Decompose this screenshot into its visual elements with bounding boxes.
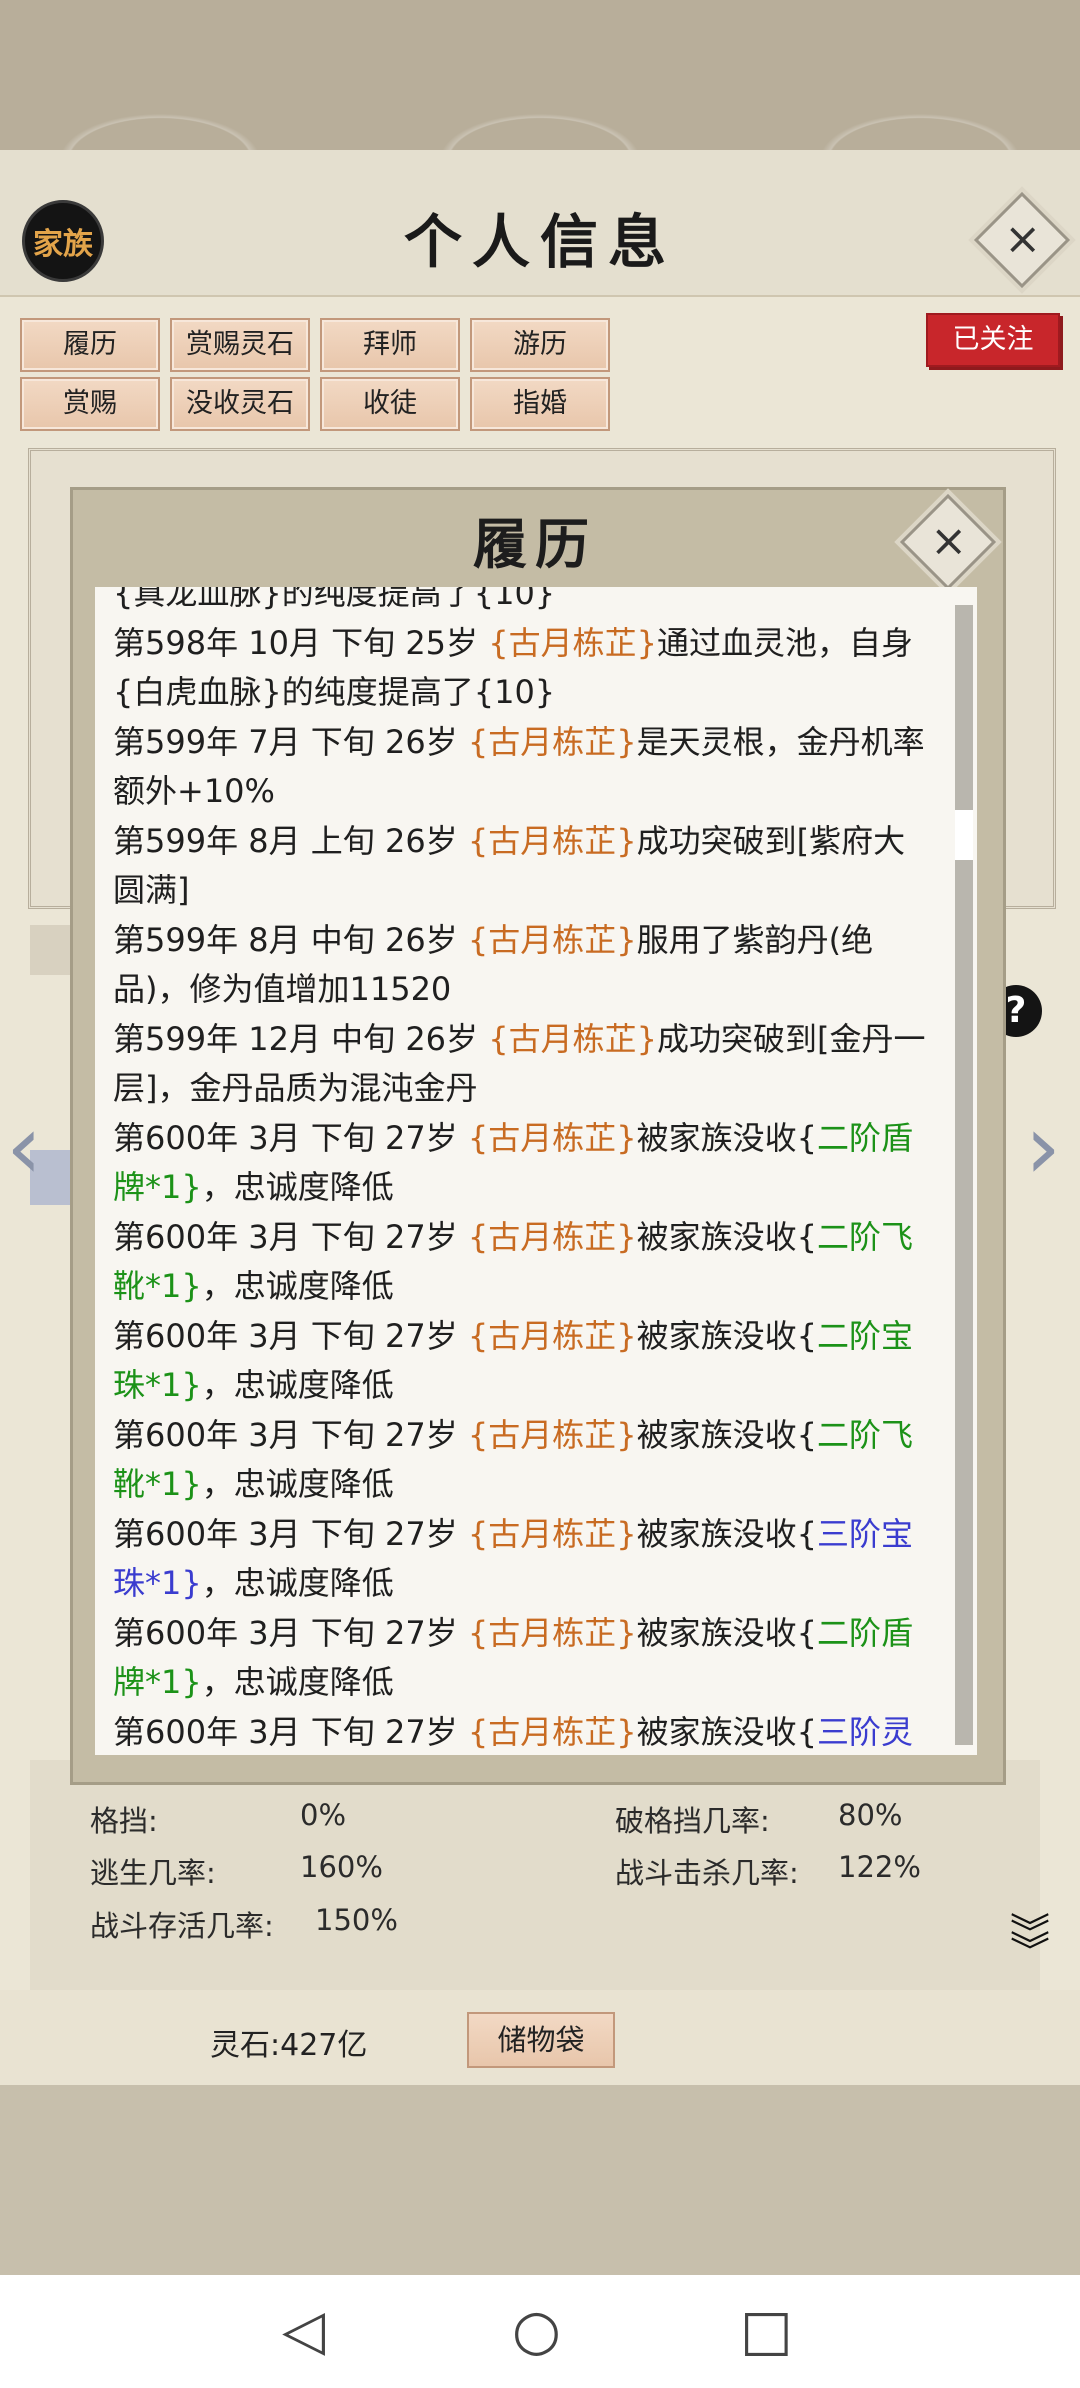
scrollbar[interactable]	[955, 605, 973, 1745]
history-entry-text: 第598年 10月 下旬 25岁	[113, 623, 489, 662]
history-entry: 第600年 3月 下旬 27岁 {古月栋芷}被家族没收{三阶灵	[113, 1708, 933, 1756]
history-entry-text: 被家族没收{	[636, 1316, 817, 1355]
next-arrow-icon[interactable]: ›	[1025, 1095, 1061, 1200]
history-entry-text: {古月栋芷}	[467, 722, 637, 761]
prev-arrow-icon[interactable]: ‹	[6, 1095, 42, 1200]
tab-history[interactable]: 履历	[20, 318, 160, 372]
history-entry-text: 第599年 8月 上旬 26岁	[113, 821, 468, 860]
history-entry-text: 被家族没收{	[636, 1118, 817, 1157]
tab-arrange-marriage[interactable]: 指婚	[470, 377, 610, 431]
history-entry-text: 第600年 3月 下旬 27岁	[113, 1514, 468, 1553]
history-entry-text: {古月栋芷}	[467, 1514, 637, 1553]
history-entry-text: {古月栋芷}	[467, 1712, 637, 1751]
history-entry-text: ，忠诚度降低	[201, 1168, 394, 1206]
history-entry: 第598年 10月 下旬 25岁 {古月栋芷}通过血灵池，自身{白虎血脉}的纯度…	[113, 619, 933, 718]
nav-home-icon[interactable]: ○	[512, 2298, 561, 2363]
history-entry-text: {古月栋芷}	[467, 1316, 637, 1355]
history-entry-text: 第600年 3月 下旬 27岁	[113, 1415, 468, 1454]
history-entry: 第600年 3月 下旬 27岁 {古月栋芷}被家族没收{二阶盾牌*1}，忠诚度降…	[113, 1609, 933, 1708]
kill-value: 122%	[838, 1850, 921, 1884]
modal-title: 履历	[473, 512, 597, 576]
kill-label: 战斗击杀几率:	[615, 1856, 799, 1890]
tab-confiscate-stones[interactable]: 没收灵石	[170, 377, 310, 431]
history-entry-text: ，忠诚度降低	[201, 1663, 394, 1701]
history-entry-text: 被家族没收{	[636, 1217, 817, 1256]
history-entry-text: {古月栋芷}	[467, 821, 637, 860]
followed-badge[interactable]: 已关注	[926, 313, 1060, 367]
escape-value: 160%	[300, 1850, 383, 1884]
history-entry-text: 被家族没收{	[636, 1712, 817, 1751]
break-block-value: 80%	[838, 1798, 903, 1832]
expand-down-icon[interactable]: ︾ ︾	[1010, 1914, 1050, 1972]
tab-take-disciple[interactable]: 收徒	[320, 377, 460, 431]
history-entry: 第600年 3月 下旬 27岁 {古月栋芷}被家族没收{三阶宝珠*1}，忠诚度降…	[113, 1510, 933, 1609]
lower-band	[0, 2085, 1080, 2275]
history-entry-text: 第599年 12月 中旬 26岁	[113, 1019, 489, 1058]
history-entry-text: {真龙血脉}的纯度提高了{10}	[113, 587, 556, 612]
history-entry-text: 第600年 3月 下旬 27岁	[113, 1217, 468, 1256]
history-entry: 第599年 12月 中旬 26岁 {古月栋芷}成功突破到[金丹一层]，金丹品质为…	[113, 1015, 933, 1114]
history-entry-text: 被家族没收{	[636, 1613, 817, 1652]
history-entry: 第599年 8月 上旬 26岁 {古月栋芷}成功突破到[紫府大圆满]	[113, 817, 933, 916]
tab-reward[interactable]: 赏赐	[20, 377, 160, 431]
survive-label: 战斗存活几率:	[90, 1909, 274, 1943]
history-entry: 第599年 7月 下旬 26岁 {古月栋芷}是天灵根，金丹机率额外+10%	[113, 718, 933, 817]
history-entry-text: 第599年 7月 下旬 26岁	[113, 722, 468, 761]
escape-label: 逃生几率:	[90, 1856, 216, 1890]
history-entry-text: 第600年 3月 下旬 27岁	[113, 1316, 468, 1355]
history-entry: 第600年 3月 下旬 27岁 {古月栋芷}被家族没收{二阶盾牌*1}，忠诚度降…	[113, 1114, 933, 1213]
history-entry: 第600年 3月 下旬 27岁 {古月栋芷}被家族没收{二阶飞靴*1}，忠诚度降…	[113, 1213, 933, 1312]
nav-back-icon[interactable]: ◁	[282, 2298, 325, 2363]
break-block-label: 破格挡几率:	[615, 1804, 770, 1838]
scrollbar-thumb[interactable]	[955, 810, 973, 860]
history-entry-text: 三阶灵	[816, 1712, 913, 1751]
history-entry-text: ，忠诚度降低	[201, 1267, 394, 1305]
history-entry: {真龙血脉}的纯度提高了{10}	[113, 587, 933, 619]
history-entry: 第600年 3月 下旬 27岁 {古月栋芷}被家族没收{二阶飞靴*1}，忠诚度降…	[113, 1411, 933, 1510]
history-entry-text: ，忠诚度降低	[201, 1564, 394, 1602]
block-value: 0%	[300, 1798, 347, 1832]
history-entry-text: 第599年 8月 中旬 26岁	[113, 920, 468, 959]
side-block	[30, 925, 70, 975]
history-entry-text: {古月栋芷}	[467, 1118, 637, 1157]
storage-bag-button[interactable]: 储物袋	[467, 2012, 615, 2068]
nav-recents-icon[interactable]: □	[740, 2298, 793, 2363]
history-entry-text: {古月栋芷}	[467, 1217, 637, 1256]
history-entry-text: {古月栋芷}	[467, 1613, 637, 1652]
history-entry-text: 第600年 3月 下旬 27岁	[113, 1613, 468, 1652]
block-label: 格挡:	[90, 1804, 158, 1838]
history-entry: 第600年 3月 下旬 27岁 {古月栋芷}被家族没收{二阶宝珠*1}，忠诚度降…	[113, 1312, 933, 1411]
history-entry-text: 第600年 3月 下旬 27岁	[113, 1712, 468, 1751]
history-entry-text: {古月栋芷}	[467, 1415, 637, 1454]
page-title: 个人信息	[403, 208, 676, 276]
tab-travel[interactable]: 游历	[470, 318, 610, 372]
history-entry-text: {古月栋芷}	[467, 920, 637, 959]
spirit-stone-count: 灵石:427亿	[210, 2028, 368, 2063]
history-entry-text: ，忠诚度降低	[201, 1366, 394, 1404]
history-entry: 第599年 8月 中旬 26岁 {古月栋芷}服用了紫韵丹(绝品)，修为值增加11…	[113, 916, 933, 1015]
history-log[interactable]: {真龙血脉}的纯度提高了{10} 第598年 10月 下旬 25岁 {古月栋芷}通…	[95, 587, 977, 1755]
history-entry-text: 第600年 3月 下旬 27岁	[113, 1118, 468, 1157]
tab-apprentice[interactable]: 拜师	[320, 318, 460, 372]
history-entry-text: 被家族没收{	[636, 1514, 817, 1553]
history-log-content: {真龙血脉}的纯度提高了{10} 第598年 10月 下旬 25岁 {古月栋芷}通…	[113, 587, 933, 1755]
history-entry-text: 被家族没收{	[636, 1415, 817, 1454]
tab-reward-stones[interactable]: 赏赐灵石	[170, 318, 310, 372]
survive-value: 150%	[315, 1903, 398, 1937]
history-entry-text: {古月栋芷}	[488, 623, 657, 662]
history-entry-text: ，忠诚度降低	[201, 1465, 394, 1503]
top-decor-band	[0, 0, 1080, 150]
history-entry-text: {古月栋芷}	[488, 1019, 657, 1058]
